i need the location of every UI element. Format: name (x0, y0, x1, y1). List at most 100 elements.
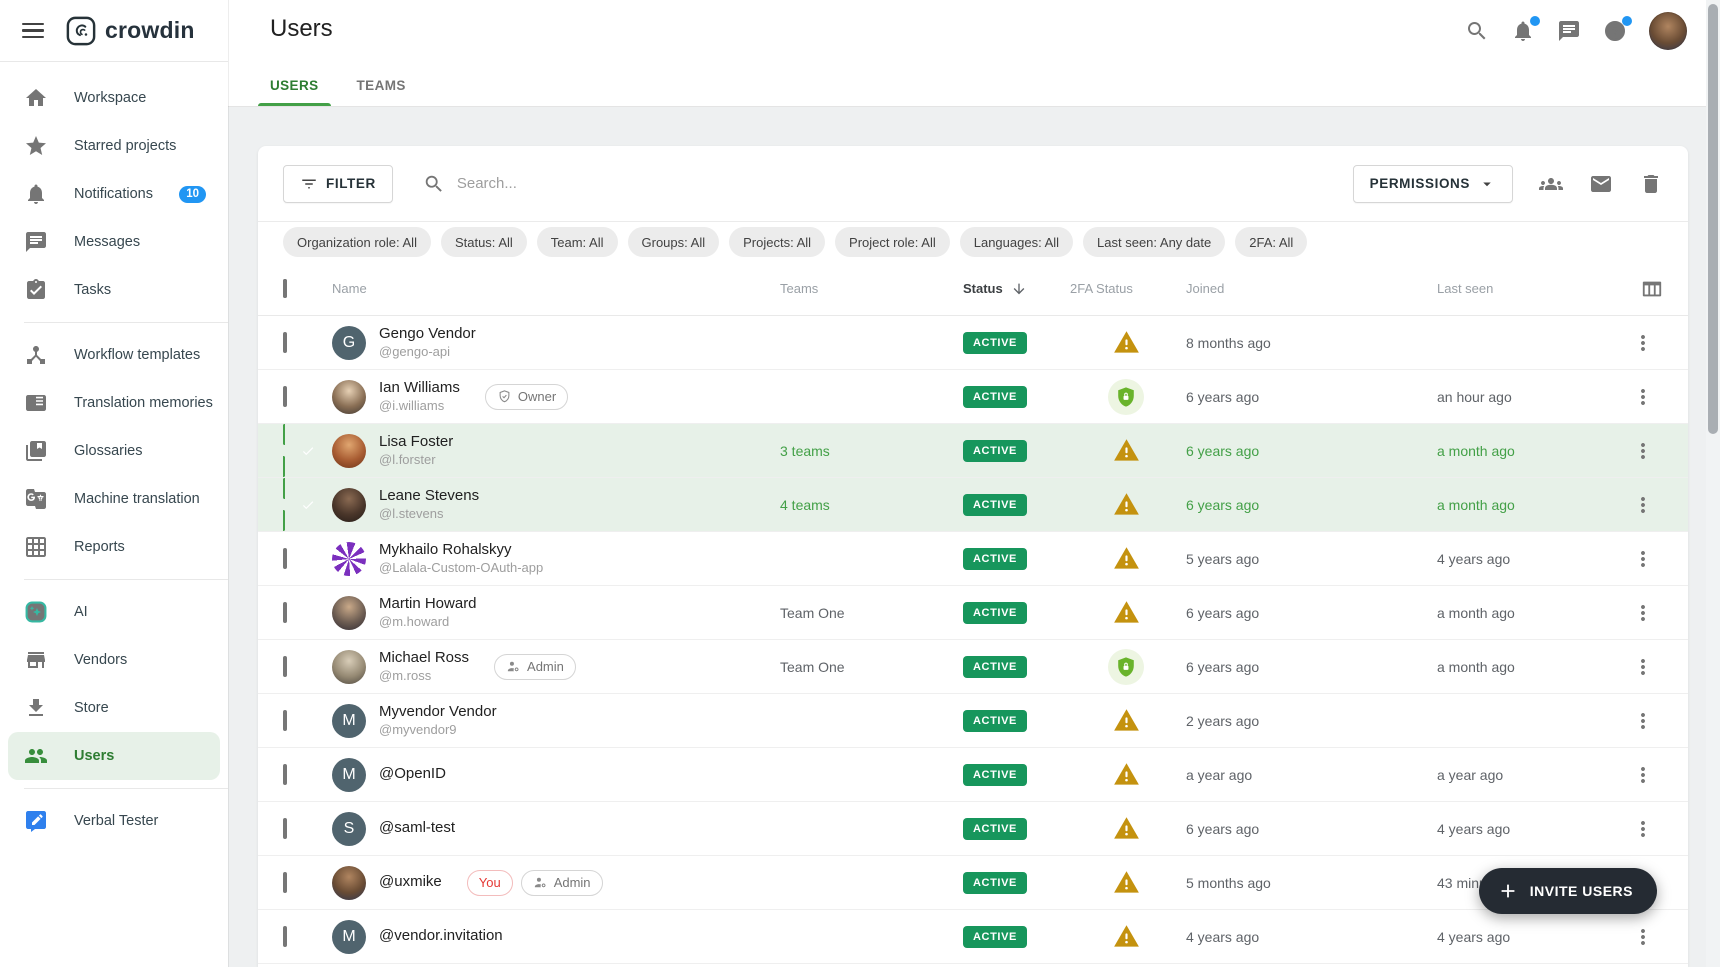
row-menu-kebab-icon[interactable] (1631, 439, 1655, 463)
sidebar-item-starred-projects[interactable]: Starred projects (8, 122, 220, 170)
sidebar-item-users[interactable]: Users (8, 732, 220, 780)
avatar[interactable]: M (332, 920, 366, 954)
twofa-protected-shield-icon[interactable] (1108, 649, 1144, 685)
user-name[interactable]: Lisa Foster (379, 433, 453, 452)
twofa-protected-shield-icon[interactable] (1108, 379, 1144, 415)
row-checkbox[interactable] (283, 926, 287, 947)
filter-button[interactable]: FILTER (283, 165, 393, 203)
row-checkbox[interactable] (283, 548, 287, 569)
sidebar-item-translation-memories[interactable]: Translation memories (8, 379, 220, 427)
twofa-warning-icon[interactable] (1108, 865, 1144, 901)
row-checkbox[interactable] (283, 764, 287, 785)
row-checkbox[interactable] (283, 602, 287, 623)
row-checkbox[interactable] (283, 872, 287, 893)
avatar[interactable] (332, 380, 366, 414)
avatar[interactable] (332, 650, 366, 684)
invite-users-button[interactable]: INVITE USERS (1479, 868, 1657, 914)
twofa-warning-icon[interactable] (1108, 541, 1144, 577)
row-checkbox[interactable] (283, 710, 287, 731)
column-header-status[interactable]: Status (963, 281, 1070, 297)
table-row-mykhailo-rohalskyy[interactable]: Mykhailo Rohalskyy@Lalala-Custom-OAuth-a… (258, 532, 1688, 586)
notifications-bell-icon[interactable] (1511, 19, 1535, 43)
column-header-joined[interactable]: Joined (1186, 281, 1437, 296)
column-header-last-seen[interactable]: Last seen (1437, 281, 1623, 296)
user-name[interactable]: Myvendor Vendor (379, 703, 497, 722)
row-checkbox[interactable] (283, 332, 287, 353)
table-row-leane-stevens[interactable]: Leane Stevens@l.stevens4 teamsACTIVE6 ye… (258, 478, 1688, 532)
twofa-warning-icon[interactable] (1108, 703, 1144, 739)
sidebar-item-reports[interactable]: Reports (8, 523, 220, 571)
twofa-warning-icon[interactable] (1108, 433, 1144, 469)
user-name[interactable]: Gengo Vendor (379, 325, 476, 344)
table-row-myvendor-vendor[interactable]: MMyvendor Vendor@myvendor9ACTIVE2 years … (258, 694, 1688, 748)
table-row--vendor-invitation[interactable]: M@vendor.invitationACTIVE4 years ago4 ye… (258, 910, 1688, 964)
row-checkbox[interactable] (283, 478, 332, 531)
user-name[interactable]: @uxmike (379, 873, 442, 892)
sidebar-item-notifications[interactable]: Notifications10 (8, 170, 220, 218)
tab-teams[interactable]: TEAMS (345, 78, 418, 106)
table-row-martin-howard[interactable]: Martin Howard@m.howardTeam OneACTIVE6 ye… (258, 586, 1688, 640)
user-name[interactable]: Martin Howard (379, 595, 477, 614)
user-name[interactable]: @saml-test (379, 819, 455, 838)
user-name[interactable]: Mykhailo Rohalskyy (379, 541, 543, 560)
twofa-warning-icon[interactable] (1108, 757, 1144, 793)
tab-users[interactable]: USERS (258, 78, 331, 106)
twofa-warning-icon[interactable] (1108, 325, 1144, 361)
avatar[interactable] (332, 434, 366, 468)
user-name[interactable]: Ian Williams (379, 379, 460, 398)
sidebar-item-store[interactable]: Store (8, 684, 220, 732)
row-menu-kebab-icon[interactable] (1631, 547, 1655, 571)
filter-chip-languages[interactable]: Languages: All (960, 227, 1073, 257)
sidebar-item-glossaries[interactable]: Glossaries (8, 427, 220, 475)
sidebar-item-workflow-templates[interactable]: Workflow templates (8, 331, 220, 379)
user-name[interactable]: Michael Ross (379, 649, 469, 668)
email-users-icon[interactable] (1589, 172, 1613, 196)
messages-icon[interactable] (1557, 19, 1581, 43)
page-scrollbar[interactable] (1706, 0, 1720, 967)
column-settings-icon[interactable] (1641, 278, 1663, 300)
row-menu-kebab-icon[interactable] (1631, 493, 1655, 517)
avatar[interactable]: M (332, 704, 366, 738)
avatar[interactable]: S (332, 812, 366, 846)
row-menu-kebab-icon[interactable] (1631, 817, 1655, 841)
sidebar-item-messages[interactable]: Messages (8, 218, 220, 266)
filter-chip-projects[interactable]: Projects: All (729, 227, 825, 257)
row-menu-kebab-icon[interactable] (1631, 763, 1655, 787)
filter-chip-status[interactable]: Status: All (441, 227, 527, 257)
permissions-button[interactable]: PERMISSIONS (1353, 165, 1513, 203)
user-avatar[interactable] (1649, 12, 1687, 50)
row-checkbox[interactable] (283, 424, 332, 477)
avatar[interactable]: M (332, 758, 366, 792)
row-menu-kebab-icon[interactable] (1631, 601, 1655, 625)
column-header-name[interactable]: Name (332, 281, 780, 296)
table-row--uxmike[interactable]: @uxmikeYouAdminACTIVE5 months ago43 minu… (258, 856, 1688, 910)
twofa-warning-icon[interactable] (1108, 595, 1144, 631)
hamburger-menu-button[interactable] (22, 23, 44, 38)
twofa-warning-icon[interactable] (1108, 811, 1144, 847)
table-row--saml-test[interactable]: S@saml-testACTIVE6 years ago4 years ago (258, 802, 1688, 856)
table-row-michael-ross[interactable]: Michael Ross@m.rossAdminTeam OneACTIVE6 … (258, 640, 1688, 694)
row-menu-kebab-icon[interactable] (1631, 925, 1655, 949)
row-menu-kebab-icon[interactable] (1631, 709, 1655, 733)
row-menu-kebab-icon[interactable] (1631, 655, 1655, 679)
user-name[interactable]: @vendor.invitation (379, 927, 503, 946)
delete-users-icon[interactable] (1639, 172, 1663, 196)
search-icon[interactable] (1465, 19, 1489, 43)
avatar[interactable] (332, 542, 366, 576)
table-row-gengo-vendor[interactable]: GGengo Vendor@gengo-apiACTIVE8 months ag… (258, 316, 1688, 370)
twofa-warning-icon[interactable] (1108, 919, 1144, 955)
filter-chip-groups[interactable]: Groups: All (628, 227, 720, 257)
filter-chip-project-role[interactable]: Project role: All (835, 227, 950, 257)
avatar[interactable] (332, 596, 366, 630)
filter-chip-2fa[interactable]: 2FA: All (1235, 227, 1307, 257)
manage-teams-icon[interactable] (1539, 172, 1563, 196)
row-menu-kebab-icon[interactable] (1631, 385, 1655, 409)
filter-chip-last-seen[interactable]: Last seen: Any date (1083, 227, 1225, 257)
scrollbar-thumb[interactable] (1708, 4, 1718, 434)
sidebar-item-tasks[interactable]: Tasks (8, 266, 220, 314)
row-menu-kebab-icon[interactable] (1631, 331, 1655, 355)
user-name[interactable]: Leane Stevens (379, 487, 479, 506)
sidebar-item-machine-translation[interactable]: Machine translation (8, 475, 220, 523)
user-name[interactable]: @OpenID (379, 765, 446, 784)
filter-chip-team[interactable]: Team: All (537, 227, 618, 257)
